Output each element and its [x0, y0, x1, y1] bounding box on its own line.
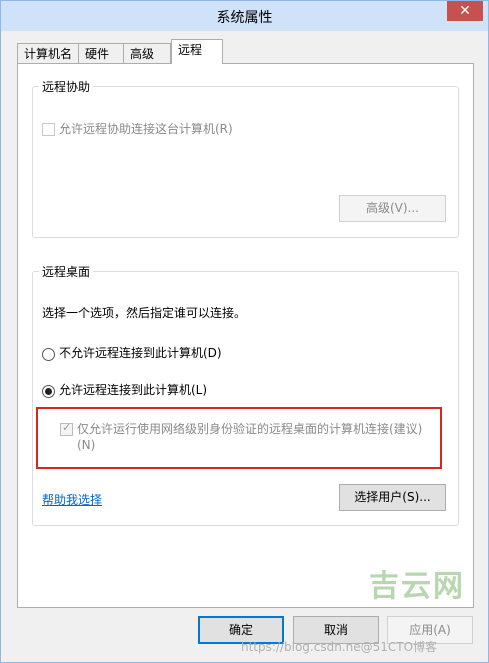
- deny-remote-radio[interactable]: [42, 348, 55, 361]
- advanced-button[interactable]: 高级(V)...: [339, 195, 446, 222]
- remote-tab-panel: 远程协助 允许远程协助连接这台计算机(R) 高级(V)... 远程桌面 选择一个…: [17, 63, 474, 608]
- title-bar[interactable]: 系统属性 ✕: [1, 1, 488, 31]
- deny-remote-label[interactable]: 不允许远程连接到此计算机(D): [59, 344, 222, 361]
- tab-advanced[interactable]: 高级: [123, 43, 171, 63]
- allow-remote-assistance-label: 允许远程协助连接这台计算机(R): [59, 122, 233, 136]
- allow-remote-label[interactable]: 允许远程连接到此计算机(L): [59, 381, 207, 398]
- allow-remote-assistance-checkbox[interactable]: [42, 123, 55, 136]
- system-properties-window: 系统属性 ✕ 计算机名 硬件 高级 远程 远程协助 允许远程协助连接这台计算机(…: [0, 0, 489, 663]
- highlight-annotation-box: [36, 407, 442, 469]
- remote-assistance-group: 远程协助 允许远程协助连接这台计算机(R) 高级(V)...: [32, 78, 459, 238]
- tab-remote[interactable]: 远程: [171, 39, 223, 64]
- remote-desktop-legend: 远程桌面: [39, 263, 94, 280]
- allow-remote-radio[interactable]: [42, 385, 55, 398]
- tab-hardware[interactable]: 硬件: [78, 43, 124, 63]
- remote-assistance-legend: 远程协助: [39, 78, 94, 95]
- select-users-button[interactable]: 选择用户(S)...: [339, 484, 446, 511]
- help-me-choose-link[interactable]: 帮助我选择: [42, 491, 102, 508]
- site-logo-watermark: 吉云网: [369, 569, 465, 604]
- remote-desktop-description: 选择一个选项，然后指定谁可以连接。: [42, 306, 247, 320]
- close-button[interactable]: ✕: [447, 1, 483, 21]
- window-title: 系统属性: [216, 10, 273, 26]
- tab-computer-name[interactable]: 计算机名: [17, 43, 79, 63]
- remote-desktop-group: 远程桌面 选择一个选项，然后指定谁可以连接。 不允许远程连接到此计算机(D) 允…: [32, 263, 459, 526]
- url-watermark: https://blog.csdn.ne@51CTO博客: [241, 640, 438, 654]
